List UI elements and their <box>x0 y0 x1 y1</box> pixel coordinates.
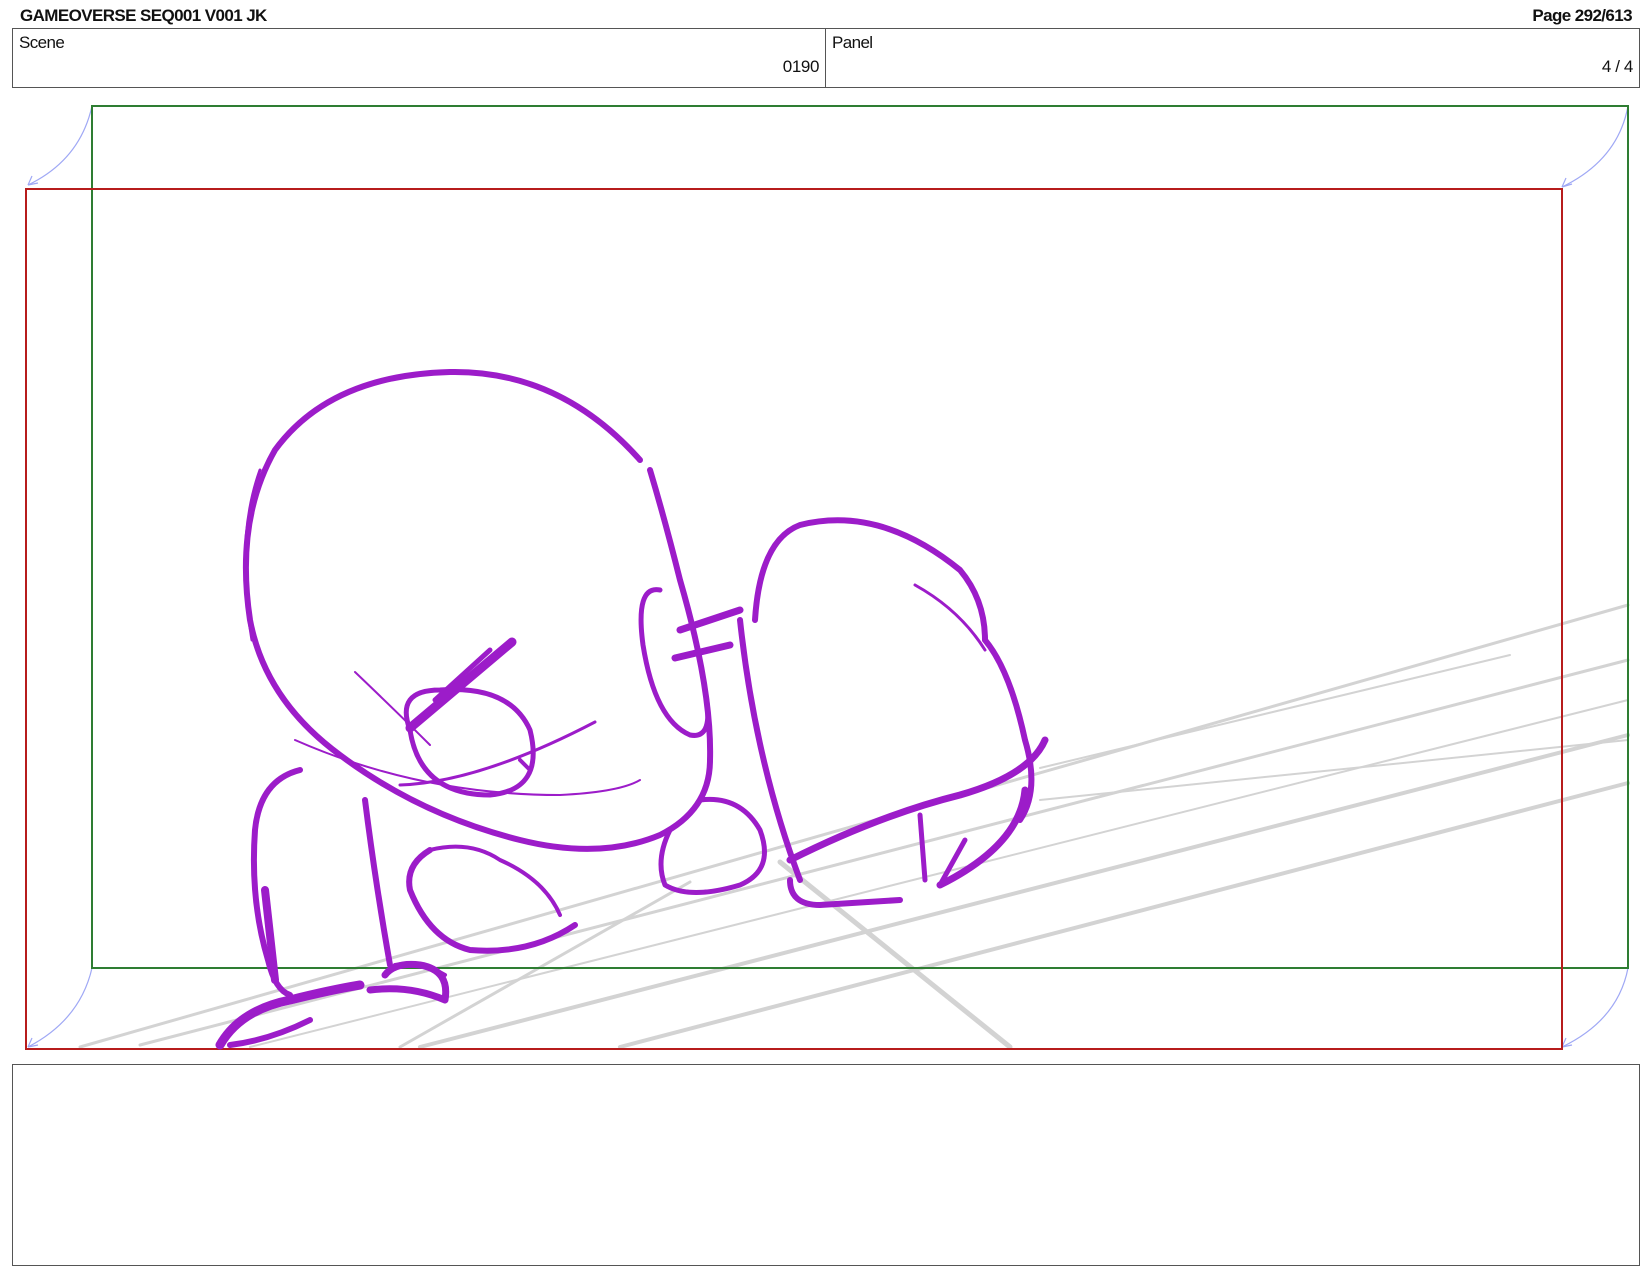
eyebrow-mark <box>405 637 517 733</box>
scene-panel-header: Scene 0190 Panel 4 / 4 <box>12 28 1640 88</box>
hand-left-top <box>428 844 562 917</box>
dialogue-notes-box[interactable] <box>12 1064 1640 1266</box>
move-arrow-bottom-left <box>27 967 93 1048</box>
character-sketch <box>215 368 1049 1050</box>
back-outline <box>752 517 988 643</box>
scene-number: 0190 <box>782 57 820 76</box>
page-number: Page 292/613 <box>1532 6 1632 25</box>
hand-right <box>658 796 767 895</box>
move-arrow-top-right <box>1561 105 1629 188</box>
arm-left-shade <box>261 886 279 984</box>
storyboard-panel <box>0 95 1650 1055</box>
guide-line <box>78 603 1630 1049</box>
scene-cell: Scene 0190 <box>13 29 826 87</box>
panel-number: 4 / 4 <box>1601 57 1633 76</box>
panel-label: Panel <box>832 33 873 52</box>
camera-frame-start <box>91 105 1629 969</box>
torso-front <box>737 617 803 883</box>
guide-line <box>398 880 692 1049</box>
ear-marks <box>671 606 744 662</box>
cheek-line <box>354 671 431 746</box>
document-title: GAMEOVERSE SEQ001 V001 JK <box>20 6 267 25</box>
arm-left-inner <box>362 797 393 968</box>
eye-highlight <box>518 758 532 772</box>
eye-outline <box>403 687 536 798</box>
arm-left-outline <box>250 767 303 998</box>
panel-cell: Panel 4 / 4 <box>826 29 1639 87</box>
leg-line <box>917 812 928 883</box>
move-arrow-bottom-right <box>1561 967 1629 1048</box>
guide-line <box>249 699 1629 1048</box>
belly-line <box>786 736 1049 864</box>
scene-label: Scene <box>19 33 65 52</box>
panel-drawing <box>25 105 1630 1050</box>
jaw-line <box>294 739 641 796</box>
perspective-guides <box>78 603 1630 1050</box>
guide-line <box>418 733 1630 1049</box>
move-arrow-top-left <box>27 105 93 186</box>
